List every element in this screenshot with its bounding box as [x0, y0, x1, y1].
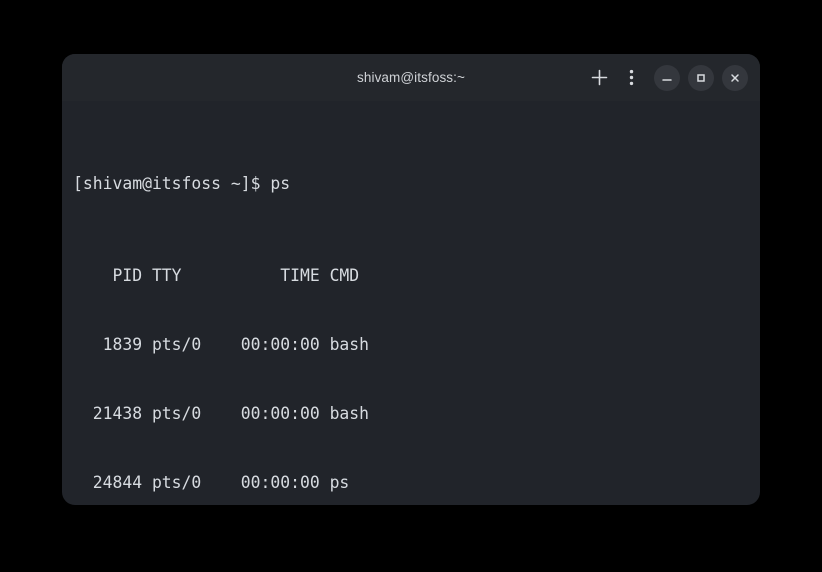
prompt-text: [shivam@itsfoss ~]$ — [73, 174, 270, 193]
window-controls — [584, 54, 748, 101]
maximize-button[interactable] — [688, 65, 714, 91]
command-line-ps: [shivam@itsfoss ~]$ ps — [73, 172, 760, 195]
close-icon — [729, 72, 741, 84]
terminal-window[interactable]: shivam@itsfoss:~ — [62, 54, 760, 505]
menu-button[interactable] — [616, 63, 646, 93]
command-text-ps: ps — [270, 174, 290, 193]
terminal-output-area[interactable]: [shivam@itsfoss ~]$ ps PID TTY TIME CMD … — [62, 101, 760, 505]
new-tab-button[interactable] — [584, 63, 614, 93]
titlebar[interactable]: shivam@itsfoss:~ — [62, 54, 760, 101]
ps-header-row: PID TTY TIME CMD — [73, 264, 760, 287]
ps-process-row: 24844 pts/0 00:00:00 ps — [73, 471, 760, 494]
minimize-icon — [661, 72, 673, 84]
close-button[interactable] — [722, 65, 748, 91]
minimize-button[interactable] — [654, 65, 680, 91]
window-title: shivam@itsfoss:~ — [357, 70, 465, 85]
kebab-menu-icon — [629, 69, 634, 86]
ps-process-row: 1839 pts/0 00:00:00 bash — [73, 333, 760, 356]
plus-icon — [591, 69, 608, 86]
ps-process-row: 21438 pts/0 00:00:00 bash — [73, 402, 760, 425]
maximize-icon — [695, 72, 707, 84]
